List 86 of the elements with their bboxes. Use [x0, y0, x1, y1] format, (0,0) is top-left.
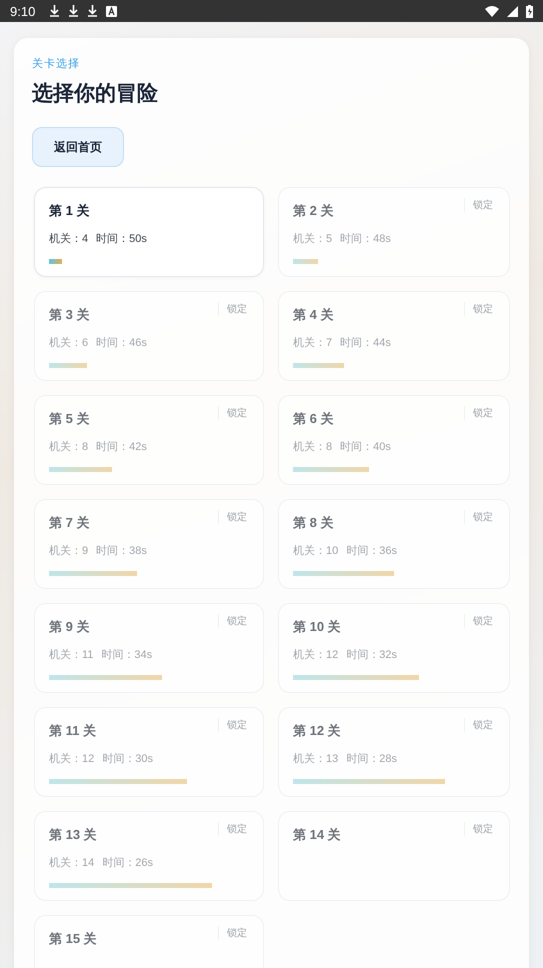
download-icon [49, 5, 60, 17]
level-title: 第 9 关 [49, 618, 90, 636]
locked-label: 锁定 [464, 406, 493, 420]
locked-label: 锁定 [464, 718, 493, 732]
difficulty-bar [49, 363, 86, 368]
locked-label: 锁定 [218, 510, 247, 524]
level-card[interactable]: 第 1 关 机关：4 时间：50s [34, 187, 264, 277]
time-limit: 时间：48s [340, 232, 391, 246]
level-card[interactable]: 第 12 关 锁定 机关：13 时间：28s [278, 707, 510, 797]
locked-label: 锁定 [218, 406, 247, 420]
time-limit: 时间：44s [340, 336, 391, 350]
locked-label: 锁定 [464, 510, 493, 524]
difficulty-bar [293, 259, 318, 264]
level-card[interactable]: 第 9 关 锁定 机关：11 时间：34s [34, 603, 264, 693]
trap-count: 机关：12 [49, 752, 94, 766]
keyboard-icon [106, 6, 118, 16]
trap-count: 机关：13 [293, 752, 338, 766]
time-limit: 时间：30s [102, 752, 153, 766]
locked-label: 锁定 [464, 822, 493, 836]
locked-label: 锁定 [218, 926, 247, 940]
level-title: 第 2 关 [293, 202, 334, 220]
difficulty-bar [293, 363, 344, 368]
level-title: 第 15 关 [49, 930, 97, 948]
difficulty-bar [49, 259, 62, 264]
locked-label: 锁定 [464, 302, 493, 316]
download-icon [68, 5, 80, 17]
time-limit: 时间：28s [346, 752, 397, 766]
time-limit: 时间：26s [102, 856, 153, 870]
level-card[interactable]: 第 14 关 锁定 [278, 811, 510, 901]
trap-count: 机关：4 [49, 232, 88, 246]
wifi-icon [485, 6, 499, 16]
trap-count: 机关：14 [49, 856, 94, 870]
level-title: 第 12 关 [293, 722, 341, 740]
level-card[interactable]: 第 11 关 锁定 机关：12 时间：30s [34, 707, 264, 797]
time-limit: 时间：32s [346, 648, 397, 662]
trap-count: 机关：8 [49, 440, 88, 454]
locked-label: 锁定 [218, 302, 247, 316]
trap-count: 机关：10 [293, 544, 338, 558]
level-title: 第 13 关 [49, 826, 97, 844]
level-card[interactable]: 第 2 关 锁定 机关：5 时间：48s [278, 187, 510, 277]
level-title: 第 10 关 [293, 618, 341, 636]
level-title: 第 3 关 [49, 306, 90, 324]
trap-count: 机关：6 [49, 336, 88, 350]
level-title: 第 6 关 [293, 410, 334, 428]
time-limit: 时间：34s [101, 648, 152, 662]
page-title: 选择你的冒险 [32, 81, 159, 107]
level-title: 第 1 关 [49, 202, 90, 220]
signal-icon [507, 6, 518, 16]
back-home-button[interactable]: 返回首页 [32, 127, 124, 167]
difficulty-bar [49, 467, 112, 472]
trap-count: 机关：12 [293, 648, 338, 662]
level-card[interactable]: 第 3 关 锁定 机关：6 时间：46s [34, 291, 264, 381]
level-card[interactable]: 第 5 关 锁定 机关：8 时间：42s [34, 395, 264, 485]
level-card[interactable]: 第 8 关 锁定 机关：10 时间：36s [278, 499, 510, 589]
battery-icon [526, 4, 533, 18]
level-card[interactable]: 第 10 关 锁定 机关：12 时间：32s [278, 603, 510, 693]
time-limit: 时间：42s [96, 440, 147, 454]
locked-label: 锁定 [218, 614, 247, 628]
clock: 9:10 [10, 4, 36, 18]
trap-count: 机关：7 [293, 336, 332, 350]
time-limit: 时间：46s [96, 336, 147, 350]
level-title: 第 5 关 [49, 410, 90, 428]
trap-count: 机关：8 [293, 440, 332, 454]
locked-label: 锁定 [218, 822, 247, 836]
time-limit: 时间：50s [96, 232, 147, 246]
time-limit: 时间：36s [346, 544, 397, 558]
level-title: 第 8 关 [293, 514, 334, 532]
level-card[interactable]: 第 15 关 锁定 [34, 915, 264, 968]
trap-count: 机关：9 [49, 544, 88, 558]
level-card[interactable]: 第 6 关 锁定 机关：8 时间：40s [278, 395, 510, 485]
level-title: 第 14 关 [293, 826, 341, 844]
time-limit: 时间：40s [340, 440, 391, 454]
locked-label: 锁定 [464, 198, 493, 212]
level-title: 第 7 关 [49, 514, 90, 532]
level-title: 第 11 关 [49, 722, 96, 740]
locked-label: 锁定 [464, 614, 493, 628]
level-card[interactable]: 第 13 关 锁定 机关：14 时间：26s [34, 811, 264, 901]
trap-count: 机关：11 [49, 648, 94, 662]
download-icon [87, 5, 98, 17]
level-title: 第 4 关 [293, 306, 334, 324]
time-limit: 时间：38s [96, 544, 147, 558]
locked-label: 锁定 [218, 718, 247, 732]
level-card[interactable]: 第 7 关 锁定 机关：9 时间：38s [34, 499, 264, 589]
section-label: 关卡选择 [32, 56, 81, 71]
level-card[interactable]: 第 4 关 锁定 机关：7 时间：44s [278, 291, 510, 381]
trap-count: 机关：5 [293, 232, 332, 246]
